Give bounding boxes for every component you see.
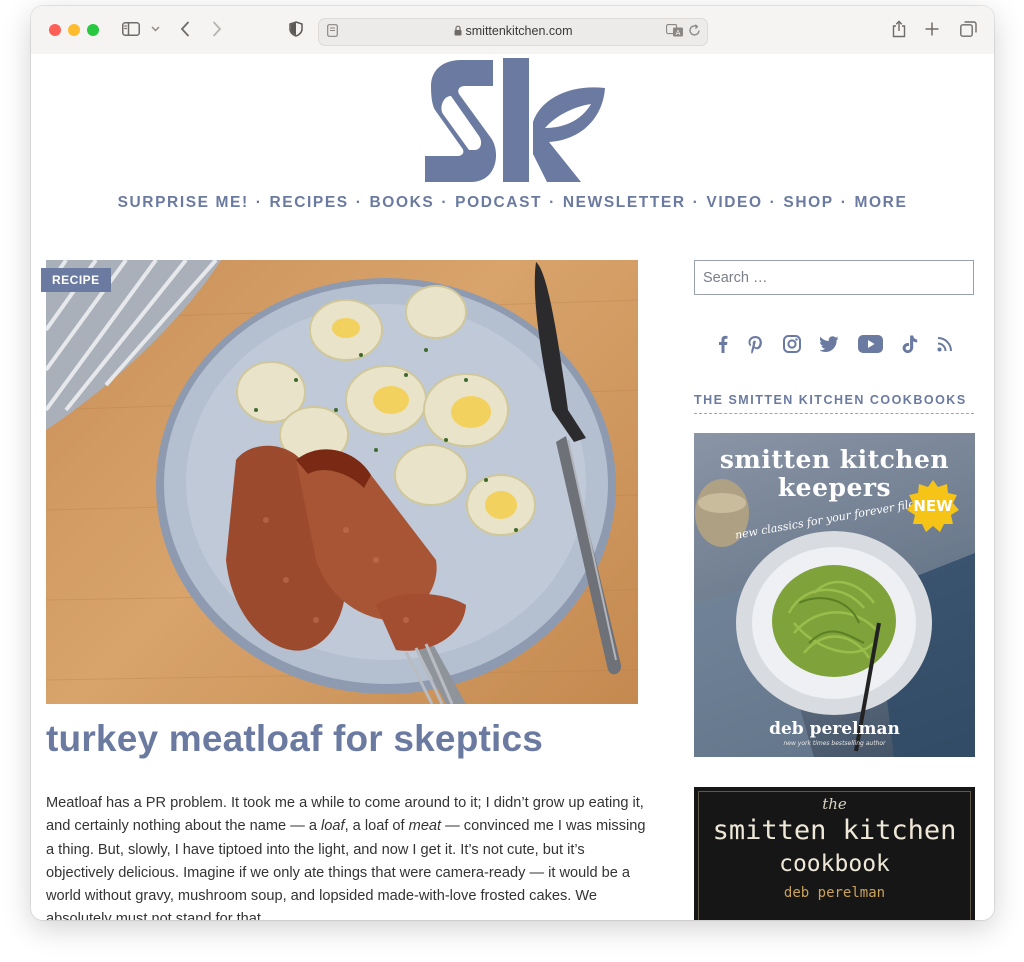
privacy-shield-icon[interactable] (287, 18, 305, 40)
back-arrow-icon[interactable] (177, 18, 193, 40)
minimize-window-button[interactable] (68, 24, 80, 36)
nav-separator: · (769, 194, 777, 211)
twitter-icon[interactable] (820, 336, 839, 352)
post-excerpt-emphasis: meat (408, 818, 442, 835)
nav-item-podcast[interactable]: PODCAST (455, 194, 542, 212)
new-tab-icon[interactable] (923, 18, 941, 40)
lock-icon (454, 25, 462, 39)
social-links (718, 332, 953, 356)
nav-item-more[interactable]: MORE (855, 194, 908, 212)
chevron-down-icon[interactable] (149, 18, 161, 40)
nav-separator: · (441, 194, 449, 211)
post-excerpt: Meatloaf has a PR problem. It took me a … (46, 792, 646, 920)
post-excerpt-emphasis: loaf (321, 818, 345, 835)
browser-window: smittenkitchen.com A SURPRISE ME! · RECI… (31, 6, 994, 920)
reload-icon[interactable] (688, 24, 701, 42)
youtube-icon[interactable] (858, 335, 883, 353)
browser-toolbar: smittenkitchen.com A (31, 6, 994, 55)
nav-separator: · (355, 194, 363, 211)
nav-separator: · (255, 194, 263, 211)
nav-item-surprise-me[interactable]: SURPRISE ME! (118, 194, 249, 212)
zoom-window-button[interactable] (87, 24, 99, 36)
book1-badge-text: NEW (913, 497, 953, 515)
forward-arrow-icon[interactable] (209, 18, 225, 40)
book2-author: deb perelman (783, 885, 886, 901)
post-title[interactable]: turkey meatloaf for skeptics (46, 718, 646, 760)
url-host: smittenkitchen.com (319, 24, 707, 39)
book2-pre: the (822, 795, 847, 813)
web-page: SURPRISE ME! · RECIPES · BOOKS · PODCAST · NEWSL… (31, 54, 994, 920)
instagram-icon[interactable] (783, 335, 801, 353)
tab-overview-icon[interactable] (958, 18, 978, 40)
post-hero-image[interactable] (46, 260, 638, 704)
close-window-button[interactable] (49, 24, 61, 36)
nav-separator: · (840, 194, 848, 211)
category-badge[interactable]: RECIPE (41, 268, 111, 292)
main-nav: SURPRISE ME! · RECIPES · BOOKS · PODCAST · NEWSL… (31, 194, 994, 212)
site-logo[interactable] (421, 58, 607, 184)
book2-subtitle: cookbook (779, 851, 890, 877)
book1-author-tag: new york times bestselling author (783, 740, 886, 747)
translate-icon[interactable]: A (666, 24, 684, 42)
nav-item-shop[interactable]: SHOP (783, 194, 833, 212)
book-cover-cookbook[interactable]: the smitten kitchen cookbook deb perelma… (694, 787, 975, 920)
book1-title-line1: smitten kitchen (719, 445, 950, 474)
url-host-text: smittenkitchen.com (465, 24, 573, 38)
rss-icon[interactable] (937, 336, 953, 352)
nav-separator: · (692, 194, 700, 211)
nav-item-books[interactable]: BOOKS (370, 194, 435, 212)
sidebar-toggle-icon[interactable] (121, 18, 141, 40)
book2-title: smitten kitchen (712, 815, 957, 846)
nav-item-video[interactable]: VIDEO (706, 194, 762, 212)
address-bar[interactable]: smittenkitchen.com A (318, 18, 708, 46)
nav-item-recipes[interactable]: RECIPES (270, 194, 349, 212)
facebook-icon[interactable] (718, 335, 728, 353)
book1-author: deb perelman (769, 719, 900, 739)
tiktok-icon[interactable] (902, 335, 918, 354)
cookbooks-heading: THE SMITTEN KITCHEN COOKBOOKS (694, 393, 974, 414)
nav-item-newsletter[interactable]: NEWSLETTER (563, 194, 686, 212)
share-icon[interactable] (890, 18, 908, 40)
book-cover-keepers[interactable]: smitten kitchen keepers new classics for… (694, 433, 975, 757)
nav-separator: · (549, 194, 556, 211)
book1-new-badge: NEW (906, 479, 960, 533)
svg-text:A: A (676, 29, 681, 37)
pinterest-icon[interactable] (747, 335, 764, 354)
search-input[interactable] (694, 260, 974, 295)
post-excerpt-text: , a loaf of (344, 818, 409, 835)
